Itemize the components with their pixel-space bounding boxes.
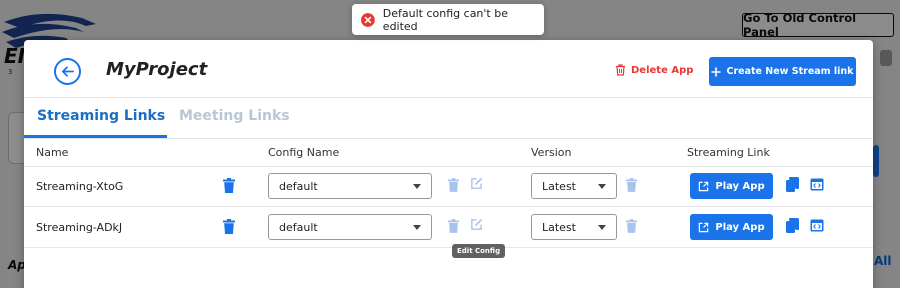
delete-app-label: Delete App [631, 64, 694, 76]
table-row: Streaming-ADkJ default Latest Play App [24, 208, 873, 248]
delete-stream-icon[interactable] [223, 219, 235, 234]
version-select[interactable]: Latest [531, 173, 617, 199]
create-stream-link-button[interactable]: Create New Stream link [709, 57, 856, 86]
version-select-value: Latest [542, 179, 576, 193]
column-header-version: Version [531, 146, 572, 159]
delete-config-icon[interactable] [448, 219, 459, 233]
external-link-icon [699, 181, 709, 191]
delete-stream-icon[interactable] [223, 178, 235, 193]
project-modal: MyProject Delete App Create New Stream l… [24, 40, 873, 288]
tab-streaming-links[interactable]: Streaming Links [37, 108, 165, 124]
play-app-label: Play App [715, 180, 765, 192]
chevron-down-icon [598, 184, 606, 189]
external-link-icon [699, 222, 709, 232]
config-select-value: default [279, 220, 318, 234]
stream-name: Streaming-XtoG [36, 180, 124, 193]
column-header-name: Name [36, 146, 69, 159]
edit-config-icon[interactable] [470, 177, 483, 190]
chevron-down-icon [413, 225, 421, 230]
divider [24, 247, 873, 248]
error-circle-icon [361, 12, 375, 27]
version-select[interactable]: Latest [531, 214, 617, 240]
config-select[interactable]: default [268, 173, 432, 199]
embed-code-icon[interactable] [810, 219, 824, 232]
column-header-config: Config Name [268, 146, 340, 159]
chevron-down-icon [413, 184, 421, 189]
divider [24, 206, 873, 207]
copy-icon[interactable] [786, 177, 799, 192]
delete-config-icon[interactable] [448, 178, 459, 192]
chevron-down-icon [598, 225, 606, 230]
arrow-left-icon [61, 66, 74, 77]
divider [24, 138, 873, 139]
error-toast: Default config can't be edited [352, 4, 544, 35]
back-button[interactable] [54, 58, 81, 85]
config-select-value: default [279, 179, 318, 193]
plus-icon [711, 67, 721, 76]
config-select[interactable]: default [268, 214, 432, 240]
version-select-value: Latest [542, 220, 576, 234]
table-row: Streaming-XtoG default Latest Play App [24, 167, 873, 207]
stream-name: Streaming-ADkJ [36, 221, 123, 234]
create-stream-link-label: Create New Stream link [726, 66, 854, 77]
modal-title: MyProject [106, 59, 208, 80]
delete-version-icon[interactable] [626, 219, 637, 233]
copy-icon[interactable] [786, 218, 799, 233]
embed-code-icon[interactable] [810, 178, 824, 191]
edit-config-tooltip: Edit Config [452, 244, 506, 258]
delete-app-button[interactable]: Delete App [615, 64, 693, 76]
trash-icon [616, 64, 625, 76]
edit-config-icon[interactable] [470, 218, 483, 231]
play-app-button[interactable]: Play App [690, 214, 773, 240]
column-header-streaming-link: Streaming Link [687, 146, 770, 159]
toast-message: Default config can't be edited [382, 6, 508, 33]
play-app-label: Play App [715, 221, 765, 233]
play-app-button[interactable]: Play App [690, 173, 773, 199]
tab-meeting-links[interactable]: Meeting Links [179, 108, 290, 124]
tab-bar: Streaming Links Meeting Links [24, 98, 873, 138]
delete-version-icon[interactable] [626, 178, 637, 192]
